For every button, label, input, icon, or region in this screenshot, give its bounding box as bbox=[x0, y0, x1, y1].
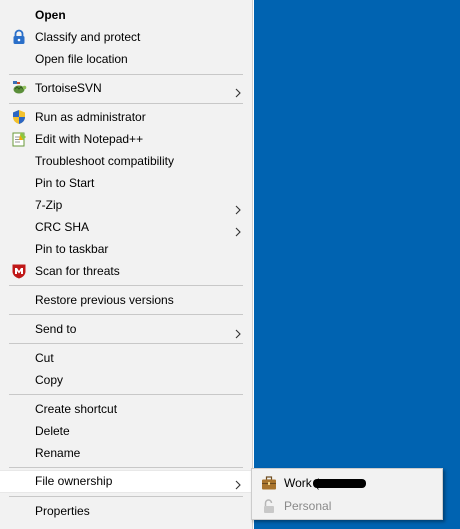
unlock-icon bbox=[261, 498, 277, 514]
menu-item-tortoisesvn[interactable]: TortoiseSVN bbox=[0, 77, 252, 99]
menu-item-run-as-administrator[interactable]: Run as administrator bbox=[0, 106, 252, 128]
menu-item-label: CRC SHA bbox=[35, 220, 90, 234]
chevron-right-icon bbox=[233, 476, 243, 490]
separator bbox=[9, 285, 243, 286]
separator bbox=[9, 394, 243, 395]
menu-item-label: File ownership bbox=[35, 474, 113, 488]
submenu-item-work[interactable]: Work ( bbox=[252, 472, 442, 494]
menu-item-pin-to-taskbar[interactable]: Pin to taskbar bbox=[0, 238, 252, 260]
submenu-item-personal: Personal bbox=[252, 495, 442, 517]
menu-item-open-file-location[interactable]: Open file location bbox=[0, 48, 252, 70]
menu-item-crc-sha[interactable]: CRC SHA bbox=[0, 216, 252, 238]
menu-item-classify-and-protect[interactable]: Classify and protect bbox=[0, 26, 252, 48]
menu-item-label: TortoiseSVN bbox=[35, 81, 102, 95]
menu-item-properties[interactable]: Properties bbox=[0, 500, 252, 522]
separator bbox=[9, 496, 243, 497]
menu-item-open[interactable]: Open bbox=[0, 4, 252, 26]
separator bbox=[9, 314, 243, 315]
menu-item-7-zip[interactable]: 7-Zip bbox=[0, 194, 252, 216]
menu-item-send-to[interactable]: Send to bbox=[0, 318, 252, 340]
menu-item-label: Open bbox=[35, 8, 66, 22]
briefcase-icon bbox=[261, 475, 277, 491]
menu-item-create-shortcut[interactable]: Create shortcut bbox=[0, 398, 252, 420]
menu-item-label: Pin to Start bbox=[35, 176, 95, 190]
chevron-right-icon bbox=[233, 83, 243, 98]
lock-icon bbox=[11, 29, 27, 45]
menu-item-label: 7-Zip bbox=[35, 198, 63, 212]
menu-item-label: Restore previous versions bbox=[35, 293, 174, 307]
separator bbox=[9, 103, 243, 104]
menu-item-label: Properties bbox=[35, 504, 90, 518]
menu-item-label: Cut bbox=[35, 351, 54, 365]
separator bbox=[9, 74, 243, 75]
menu-item-copy[interactable]: Copy bbox=[0, 369, 252, 391]
mcafee-shield-icon bbox=[11, 263, 27, 279]
menu-item-label: Send to bbox=[35, 322, 77, 336]
menu-item-troubleshoot-compatibility[interactable]: Troubleshoot compatibility bbox=[0, 150, 252, 172]
menu-item-label: Delete bbox=[35, 424, 70, 438]
menu-item-rename[interactable]: Rename bbox=[0, 442, 252, 464]
menu-item-restore-previous-versions[interactable]: Restore previous versions bbox=[0, 289, 252, 311]
tortoise-icon bbox=[11, 80, 27, 96]
chevron-right-icon bbox=[233, 324, 243, 339]
menu-item-label: Open file location bbox=[35, 52, 128, 66]
separator bbox=[9, 343, 243, 344]
menu-item-label: Run as administrator bbox=[35, 110, 146, 124]
menu-item-file-ownership[interactable]: File ownership bbox=[0, 470, 252, 493]
redaction-mark bbox=[313, 479, 366, 488]
menu-item-label: Edit with Notepad++ bbox=[35, 132, 144, 146]
context-menu: Open Classify and protect Open file loca… bbox=[0, 0, 253, 529]
submenu-item-label: Personal bbox=[284, 499, 332, 513]
menu-item-label: Rename bbox=[35, 446, 81, 460]
menu-item-cut[interactable]: Cut bbox=[0, 347, 252, 369]
menu-item-pin-to-start[interactable]: Pin to Start bbox=[0, 172, 252, 194]
menu-item-label: Classify and protect bbox=[35, 30, 141, 44]
separator bbox=[9, 467, 243, 468]
menu-item-label: Create shortcut bbox=[35, 402, 118, 416]
menu-item-label: Pin to taskbar bbox=[35, 242, 109, 256]
menu-item-label: Troubleshoot compatibility bbox=[35, 154, 174, 168]
menu-item-delete[interactable]: Delete bbox=[0, 420, 252, 442]
menu-item-label: Copy bbox=[35, 373, 64, 387]
desktop-background bbox=[254, 0, 460, 529]
menu-item-scan-for-threats[interactable]: Scan for threats bbox=[0, 260, 252, 282]
file-ownership-submenu: Work ( Personal bbox=[251, 468, 443, 520]
menu-item-label: Scan for threats bbox=[35, 264, 120, 278]
chevron-right-icon bbox=[233, 222, 243, 237]
menu-item-edit-with-notepad-plus-plus[interactable]: Edit with Notepad++ bbox=[0, 128, 252, 150]
uac-shield-icon bbox=[11, 109, 27, 125]
chevron-right-icon bbox=[233, 200, 243, 215]
notepad-plus-plus-icon bbox=[11, 131, 27, 147]
